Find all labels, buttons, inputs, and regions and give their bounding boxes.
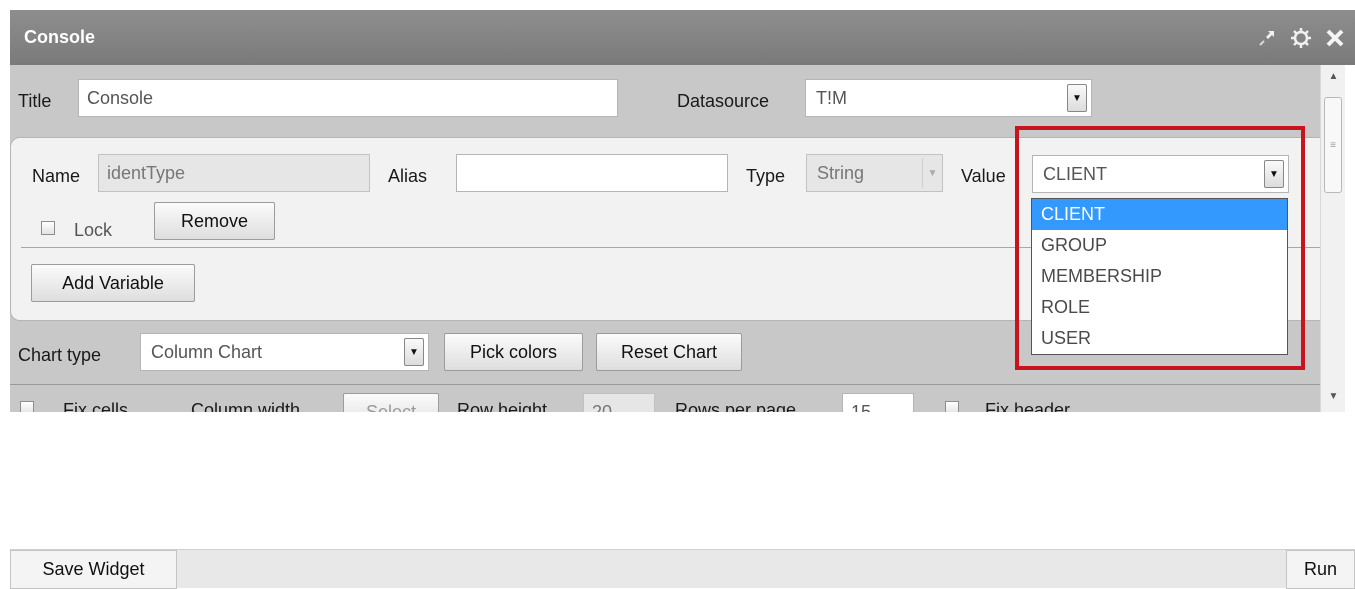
gear-icon[interactable] xyxy=(1289,26,1313,50)
column-width-select[interactable]: Select xyxy=(343,393,439,412)
name-label: Name xyxy=(32,166,81,186)
widget-titlebar: Console xyxy=(10,10,1355,65)
rows-per-page-input[interactable]: 15 xyxy=(842,393,914,412)
datasource-label: Datasource xyxy=(677,91,770,111)
fix-cells-checkbox[interactable] xyxy=(20,401,34,412)
type-label: Type xyxy=(746,166,786,186)
scroll-down-icon[interactable]: ▼ xyxy=(1321,391,1346,402)
lock-label: Lock xyxy=(74,220,113,240)
save-widget-button[interactable]: Save Widget xyxy=(10,550,177,589)
section-divider xyxy=(10,384,1320,385)
fix-header-checkbox[interactable] xyxy=(945,401,959,412)
lock-checkbox[interactable] xyxy=(41,221,55,235)
type-value: String xyxy=(817,162,865,183)
chevron-down-icon[interactable]: ▼ xyxy=(404,338,424,366)
value-dropdown-list: CLIENT GROUP MEMBERSHIP ROLE USER xyxy=(1031,198,1288,355)
fix-cells-label: Fix cells xyxy=(63,400,129,412)
titlebar-icons xyxy=(1255,26,1347,50)
dropdown-option-user[interactable]: USER xyxy=(1032,323,1287,354)
expand-icon[interactable] xyxy=(1255,26,1279,50)
chevron-down-icon: ▼ xyxy=(922,158,942,188)
chevron-down-icon[interactable]: ▼ xyxy=(1264,160,1284,188)
chart-type-value: Column Chart xyxy=(151,341,263,362)
type-select[interactable]: String ▼ xyxy=(806,154,943,192)
rows-per-page-label: Rows per page xyxy=(675,400,797,412)
title-label: Title xyxy=(18,91,52,111)
reset-chart-button[interactable]: Reset Chart xyxy=(596,333,742,371)
alias-label: Alias xyxy=(388,166,428,186)
datasource-select[interactable]: T!M ▼ xyxy=(805,79,1092,117)
add-variable-button[interactable]: Add Variable xyxy=(31,264,195,302)
settings-scrollbar[interactable]: ▲ ≡ ▼ xyxy=(1320,65,1345,412)
name-input[interactable]: identType xyxy=(98,154,370,192)
scroll-thumb[interactable]: ≡ xyxy=(1324,97,1342,193)
column-width-label: Column width xyxy=(191,400,301,412)
widget-title: Console xyxy=(24,27,96,47)
pick-colors-button[interactable]: Pick colors xyxy=(444,333,583,371)
value-label: Value xyxy=(961,166,1006,186)
datasource-value: T!M xyxy=(816,87,847,108)
close-icon[interactable] xyxy=(1323,26,1347,50)
widget-footer: Save Widget Run xyxy=(10,549,1355,589)
dropdown-option-client[interactable]: CLIENT xyxy=(1032,199,1287,230)
row-height-label: Row height xyxy=(457,400,548,412)
row-height-input[interactable]: 20 xyxy=(583,393,655,412)
dropdown-option-role[interactable]: ROLE xyxy=(1032,292,1287,323)
chart-type-select[interactable]: Column Chart ▼ xyxy=(140,333,429,371)
remove-button[interactable]: Remove xyxy=(154,202,275,240)
run-button[interactable]: Run xyxy=(1286,550,1355,589)
chevron-down-icon[interactable]: ▼ xyxy=(1067,84,1087,112)
title-input[interactable]: Console xyxy=(78,79,618,117)
chart-type-label: Chart type xyxy=(18,345,102,365)
value-select[interactable]: CLIENT ▼ xyxy=(1032,155,1289,193)
fix-header-label: Fix header xyxy=(985,400,1071,412)
dropdown-option-group[interactable]: GROUP xyxy=(1032,230,1287,261)
dropdown-option-membership[interactable]: MEMBERSHIP xyxy=(1032,261,1287,292)
scroll-up-icon[interactable]: ▲ xyxy=(1321,71,1346,82)
alias-input[interactable] xyxy=(456,154,728,192)
value-selected: CLIENT xyxy=(1043,163,1108,184)
